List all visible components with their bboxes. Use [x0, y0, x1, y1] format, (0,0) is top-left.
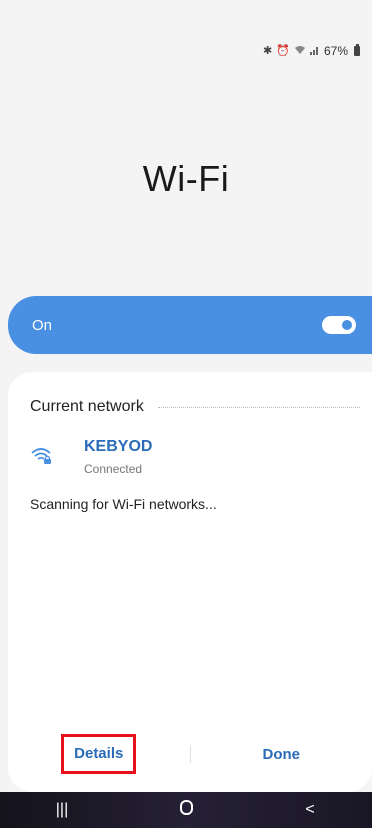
wifi-icon [294, 45, 306, 58]
details-button[interactable]: Details [74, 745, 123, 762]
battery-percent: 67% [323, 44, 348, 58]
wifi-settings-screen: ✱ ⏰ 67% Wi-Fi On Current network KEBYOD … [0, 0, 372, 828]
wifi-toggle-bar[interactable]: On [8, 296, 372, 354]
details-highlight: Details [61, 734, 137, 774]
toggle-label: On [32, 316, 53, 334]
page-title: Wi-Fi [142, 158, 230, 199]
navigation-bar: ||| < [0, 792, 372, 828]
current-network-header: Current network [30, 398, 360, 416]
scanning-status: Scanning for Wi-Fi networks... [30, 496, 217, 512]
wifi-toggle-switch[interactable] [322, 316, 356, 334]
done-button[interactable]: Done [191, 746, 372, 763]
networks-card: Current network KEBYOD Connected Scannin… [8, 372, 372, 792]
alarm-icon: ⏰ [276, 44, 290, 57]
recents-icon[interactable]: ||| [32, 801, 92, 819]
current-network-item[interactable]: KEBYOD Connected [30, 438, 152, 476]
wifi-lock-icon [30, 446, 58, 474]
section-divider [157, 406, 360, 408]
action-bar: Details Done [8, 734, 372, 774]
home-icon[interactable] [156, 800, 216, 820]
battery-icon [354, 44, 360, 56]
signal-icon [309, 45, 320, 58]
toggle-knob [340, 318, 354, 332]
bluetooth-icon: ✱ [263, 44, 273, 57]
back-icon[interactable]: < [280, 801, 340, 819]
section-title: Current network [30, 398, 144, 415]
status-bar: ✱ ⏰ 67% [263, 44, 360, 58]
network-status: Connected [84, 462, 143, 476]
network-name: KEBYOD [84, 438, 153, 455]
